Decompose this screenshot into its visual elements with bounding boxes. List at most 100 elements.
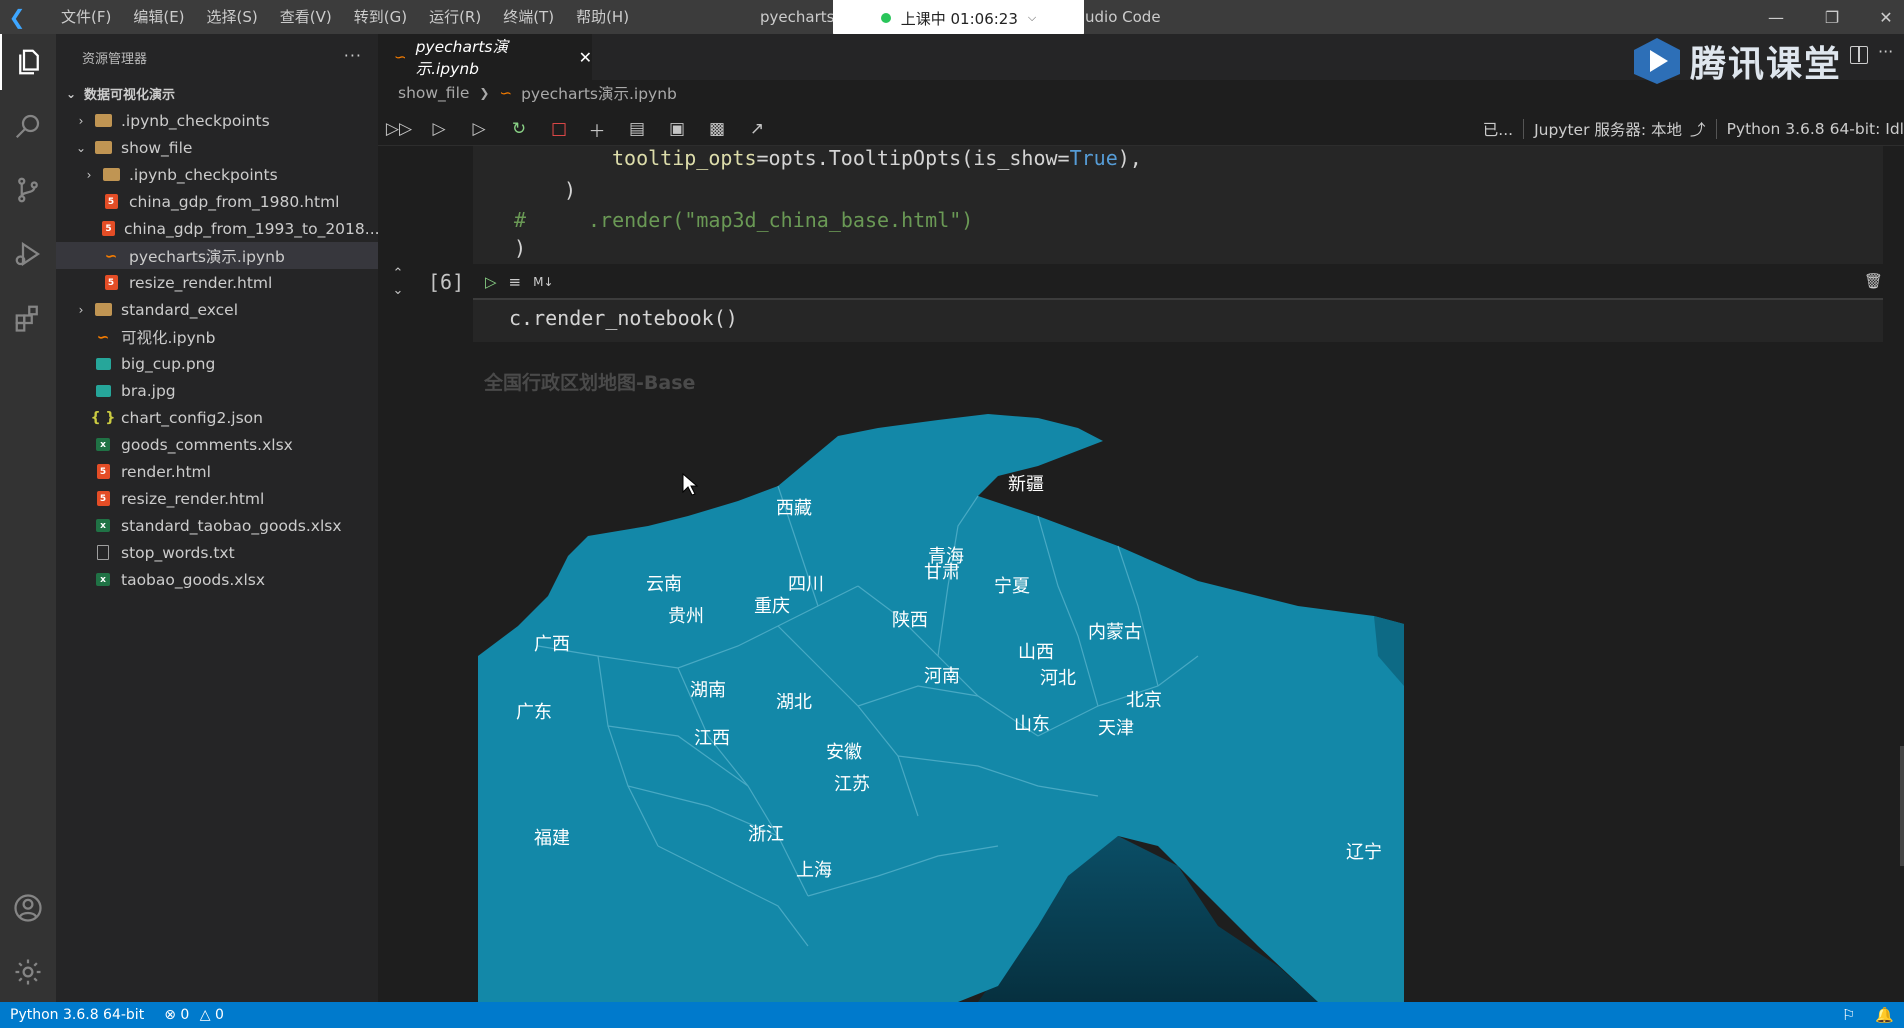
variables-icon[interactable]: ▣ — [664, 116, 690, 142]
more-actions-icon[interactable]: ··· — [1878, 42, 1893, 61]
tree-item[interactable]: ⌄ show_file — [56, 134, 378, 161]
province-label: 西藏 — [776, 498, 812, 519]
code-cell-input[interactable]: c.render_notebook() — [473, 298, 1883, 342]
kernel-more[interactable]: 已... — [1483, 118, 1513, 140]
menu-go[interactable]: 转到(G) — [343, 0, 418, 34]
tree-item-label: show_file — [121, 138, 193, 157]
map3d-china-output[interactable]: 新疆 西藏 青海 甘肃 宁夏 内蒙古 云南 四川 贵州 重庆 陕西 山西 广西 … — [478, 406, 1604, 1002]
tree-item-label: bra.jpg — [121, 381, 176, 400]
tree-item[interactable]: x goods_comments.xlsx — [56, 431, 378, 458]
menu-edit[interactable]: 编辑(E) — [122, 0, 195, 34]
tree-item[interactable]: x standard_taobao_goods.xlsx — [56, 512, 378, 539]
tree-item[interactable]: 5 china_gdp_from_1993_to_2018.... — [56, 215, 378, 242]
chevron-right-icon: › — [86, 167, 92, 182]
menu-selection[interactable]: 选择(S) — [196, 0, 269, 34]
cell-move-controls: ⌃ ⌄ — [378, 266, 418, 298]
extensions-icon[interactable] — [0, 290, 56, 346]
tree-item[interactable]: › standard_excel — [56, 296, 378, 323]
run-all-icon[interactable]: ▷▷ — [386, 116, 412, 142]
tree-item-label: china_gdp_from_1980.html — [129, 192, 340, 211]
tree-item[interactable]: 5 resize_render.html — [56, 269, 378, 296]
source-control-icon[interactable] — [0, 162, 56, 218]
excel-file-icon: x — [94, 572, 112, 588]
html-file-icon: 5 — [94, 464, 112, 480]
menu-file[interactable]: 文件(F) — [50, 0, 122, 34]
run-below-icon[interactable]: ≡ — [509, 273, 522, 291]
notifications-bell-icon[interactable]: 🔔 — [1875, 1006, 1894, 1024]
tab-notebook[interactable]: ∽ pyecharts演示.ipynb ✕ — [378, 34, 592, 80]
tree-item[interactable]: x taobao_goods.xlsx — [56, 566, 378, 593]
folder-icon — [94, 302, 112, 318]
vscode-logo-icon: ❮ — [8, 5, 26, 29]
tree-item[interactable]: stop_words.txt — [56, 539, 378, 566]
chevron-down-icon[interactable]: ⌄ — [378, 283, 418, 298]
tree-item[interactable]: 5 resize_render.html — [56, 485, 378, 512]
settings-gear-icon[interactable] — [0, 944, 56, 1000]
province-label: 北京 — [1126, 690, 1162, 711]
tree-item-label: goods_comments.xlsx — [121, 435, 293, 454]
clear-outputs-icon[interactable]: ▤ — [624, 116, 650, 142]
tree-item-selected[interactable]: ∽ pyecharts演示.ipynb — [56, 242, 378, 269]
province-label: 甘肃 — [924, 562, 960, 583]
menu-run[interactable]: 运行(R) — [418, 0, 492, 34]
menu-help[interactable]: 帮助(H) — [565, 0, 640, 34]
tree-item[interactable]: 5 china_gdp_from_1980.html — [56, 188, 378, 215]
province-label: 贵州 — [668, 606, 704, 627]
run-cell-icon[interactable]: ▷ — [485, 273, 497, 291]
save-icon[interactable]: ▩ — [704, 116, 730, 142]
status-python-interpreter[interactable]: Python 3.6.8 64-bit — [0, 1007, 154, 1023]
chevron-up-icon[interactable]: ⌃ — [378, 266, 418, 281]
tree-item[interactable]: big_cup.png — [56, 350, 378, 377]
delete-cell-icon[interactable]: 🗑 — [1864, 272, 1883, 290]
province-label: 江西 — [694, 728, 730, 749]
notebook-file-icon: ∽ — [499, 84, 513, 102]
tree-item[interactable]: { } chart_config2.json — [56, 404, 378, 431]
explorer-icon[interactable] — [0, 34, 56, 90]
restart-kernel-icon[interactable]: ↻ — [506, 116, 532, 142]
province-label: 宁夏 — [994, 576, 1030, 597]
tree-item-label: .ipynb_checkpoints — [121, 111, 270, 130]
interrupt-kernel-icon[interactable]: □ — [546, 116, 572, 142]
jupyter-server-status[interactable]: Jupyter 服务器: 本地 — [1534, 118, 1682, 140]
minimize-button[interactable]: — — [1748, 0, 1804, 34]
warning-icon: △ — [199, 1007, 211, 1023]
tree-item-label: stop_words.txt — [121, 543, 235, 562]
tree-item[interactable]: bra.jpg — [56, 377, 378, 404]
feedback-icon[interactable]: ⚐ — [1842, 1006, 1855, 1024]
tree-root-folder[interactable]: ⌄ 数据可视化演示 — [56, 80, 378, 107]
search-icon[interactable] — [0, 98, 56, 154]
live-class-status[interactable]: 上课中 01:06:23 ⌵ — [833, 0, 1084, 36]
tree-item[interactable]: ∽ 可视化.ipynb — [56, 323, 378, 350]
status-problems[interactable]: ⊗ 0 △ 0 — [154, 1007, 234, 1023]
run-below-icon[interactable]: ▷ — [466, 116, 492, 142]
code-token: tooltip_opts — [612, 146, 757, 170]
execution-count: [6] — [428, 270, 465, 294]
scrollbar-thumb[interactable] — [1900, 746, 1904, 866]
restore-button[interactable]: ❐ — [1804, 0, 1860, 34]
add-cell-icon[interactable]: ＋ — [584, 116, 610, 142]
more-actions-icon[interactable]: ··· — [344, 46, 362, 65]
tree-item[interactable]: › .ipynb_checkpoints — [56, 161, 378, 188]
account-icon[interactable] — [0, 880, 56, 936]
split-editor-icon[interactable] — [1850, 46, 1868, 64]
menu-view[interactable]: 查看(V) — [269, 0, 343, 34]
breadcrumb-folder[interactable]: show_file — [398, 84, 469, 102]
code-token: True — [1069, 146, 1118, 170]
close-tab-icon[interactable]: ✕ — [579, 48, 592, 67]
close-window-button[interactable]: ✕ — [1858, 0, 1904, 34]
python-kernel-picker[interactable]: Python 3.6.8 64-bit: Idl — [1727, 120, 1904, 138]
code-comment: .render("map3d_china_base.html") — [588, 208, 974, 232]
tab-bar: ∽ pyecharts演示.ipynb ✕ 腾讯课堂 ··· — [378, 34, 1904, 85]
breadcrumb-file[interactable]: pyecharts演示.ipynb — [521, 82, 677, 104]
export-icon[interactable]: ↗ — [744, 116, 770, 142]
cell-language-toggle[interactable]: M↓ — [533, 275, 553, 289]
tree-item[interactable]: 5 render.html — [56, 458, 378, 485]
notebook-file-icon: ∽ — [104, 246, 118, 265]
run-above-icon[interactable]: ▷ — [426, 116, 452, 142]
menu-terminal[interactable]: 终端(T) — [492, 0, 565, 34]
run-debug-icon[interactable] — [0, 226, 56, 282]
province-label: 河北 — [1040, 668, 1076, 689]
tree-item[interactable]: › .ipynb_checkpoints — [56, 107, 378, 134]
tree-root-label: 数据可视化演示 — [84, 88, 176, 103]
error-icon: ⊗ — [164, 1007, 176, 1023]
